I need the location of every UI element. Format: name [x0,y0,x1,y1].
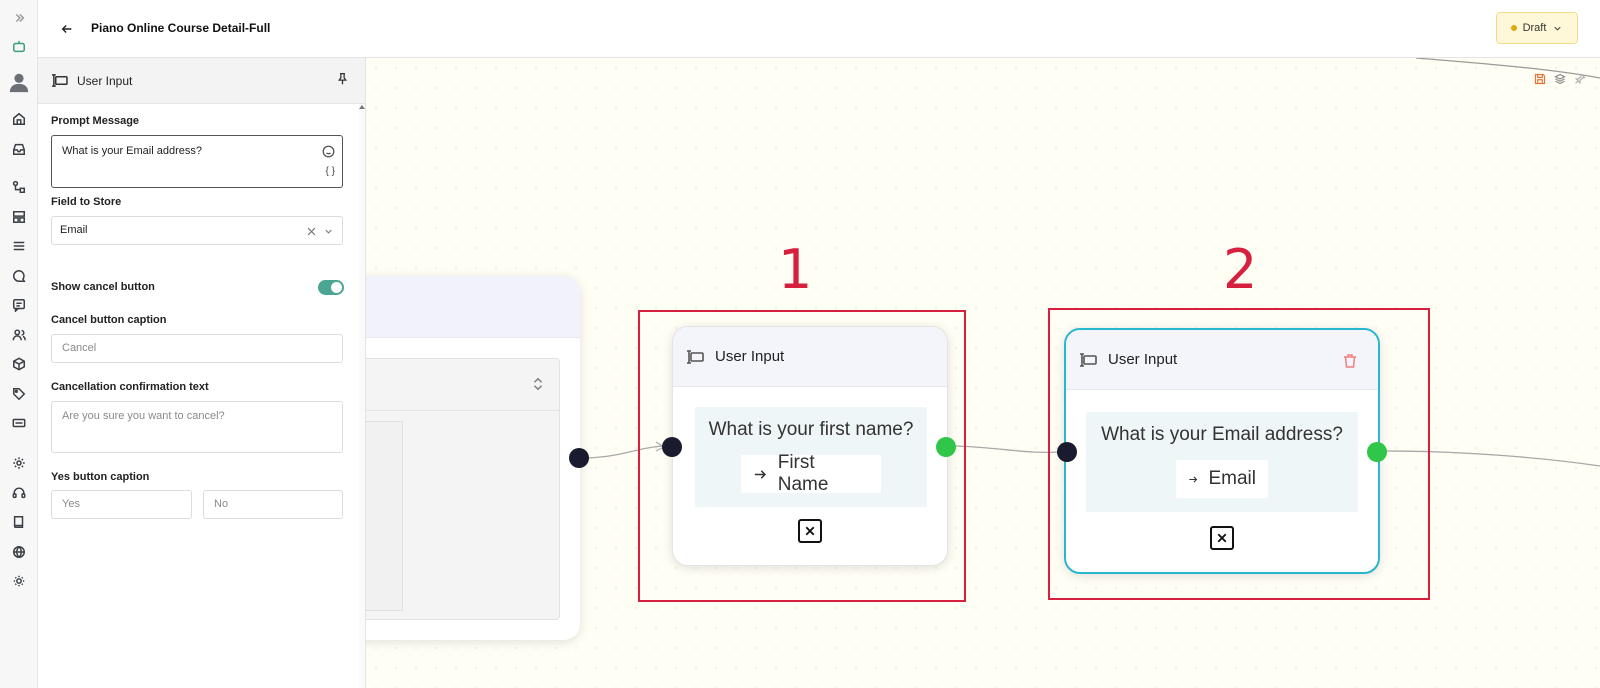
prompt-message-value: What is your Email address? [62,145,202,157]
annotation-number-1: 1 [778,238,813,301]
field-to-store-select[interactable]: Email [51,216,343,245]
confirm-text-placeholder: Are you sure you want to cancel? [62,410,225,422]
previous-node-preview [366,421,403,611]
clear-icon[interactable] [306,226,317,237]
variable-icon[interactable]: { } [326,166,335,177]
status-dropdown[interactable]: Draft [1496,12,1578,44]
canvas-toolbar [1534,72,1586,90]
show-cancel-toggle[interactable] [318,280,344,295]
emoji-icon[interactable] [322,145,335,158]
tag-icon[interactable] [10,385,27,402]
field-to-store-label: Field to Store [51,196,122,208]
yes-placeholder: Yes [62,498,80,510]
ticket-icon[interactable] [10,414,27,431]
panel-header: User Input [38,58,365,104]
list-icon[interactable] [10,237,27,254]
no-placeholder: No [214,498,229,510]
status-dot [1510,25,1517,31]
status-label: Draft [1522,22,1547,34]
theme-icon[interactable] [10,572,27,589]
cancel-caption-placeholder: Cancel [62,342,97,354]
bot-icon[interactable] [10,38,27,55]
previous-node-body [366,358,560,620]
prompt-message-label: Prompt Message [51,115,140,127]
home-icon[interactable] [10,110,27,127]
text-input-icon [52,74,68,87]
book-icon[interactable] [10,513,27,530]
cube-icon[interactable] [10,355,27,372]
previous-node[interactable] [366,276,580,640]
chevron-down-icon [1554,26,1562,31]
chevron-down-icon[interactable] [323,226,334,237]
toggle-knob [331,282,342,293]
previous-node-select[interactable] [366,359,559,411]
page-title: Piano Online Course Detail-Full [91,21,271,35]
annotation-box-2 [1048,308,1430,600]
layers-icon[interactable] [1554,72,1566,90]
top-bar: Piano Online Course Detail-Full Draft [38,0,1600,58]
previous-node-header [366,276,580,338]
globe-icon[interactable] [10,543,27,560]
previous-node-output-port[interactable] [569,448,589,468]
annotation-box-1 [638,310,966,602]
flow-icon[interactable] [10,178,27,195]
confirm-text-textarea[interactable]: Are you sure you want to cancel? [51,401,343,453]
pin-icon[interactable] [336,72,349,90]
message-icon[interactable] [10,296,27,313]
sort-chevron-icon [534,377,542,391]
annotation-number-2: 2 [1223,238,1258,301]
cancel-caption-label: Cancel button caption [51,314,167,326]
properties-panel: User Input Prompt Message What is your E… [38,58,366,688]
expand-icon[interactable] [10,9,27,26]
scroll-up-icon[interactable] [359,104,365,110]
avatar[interactable] [7,70,31,94]
back-button[interactable] [58,20,76,38]
save-icon[interactable] [1534,72,1546,90]
users-icon[interactable] [10,326,27,343]
cancel-caption-input[interactable]: Cancel [51,334,343,363]
layout-icon[interactable] [10,208,27,225]
scrollbar[interactable] [359,104,365,688]
field-to-store-value: Email [60,224,88,236]
panel-title: User Input [77,73,133,88]
show-cancel-label: Show cancel button [51,281,155,293]
flow-canvas[interactable]: User Input What is your first name? Firs… [366,58,1600,688]
headset-icon[interactable] [10,484,27,501]
edge-node1-to-node2 [955,445,1061,454]
yes-caption-input[interactable]: Yes [51,490,192,519]
no-caption-input[interactable]: No [203,490,343,519]
prompt-message-textarea[interactable]: What is your Email address? { } [51,135,343,188]
confirm-text-label: Cancellation confirmation text [51,381,209,393]
yes-caption-label: Yes button caption [51,471,150,483]
pin-icon[interactable] [1574,72,1586,90]
settings-icon[interactable] [10,454,27,471]
inbox-icon[interactable] [10,140,27,157]
chat-icon[interactable] [10,267,27,284]
icon-rail [0,0,38,688]
